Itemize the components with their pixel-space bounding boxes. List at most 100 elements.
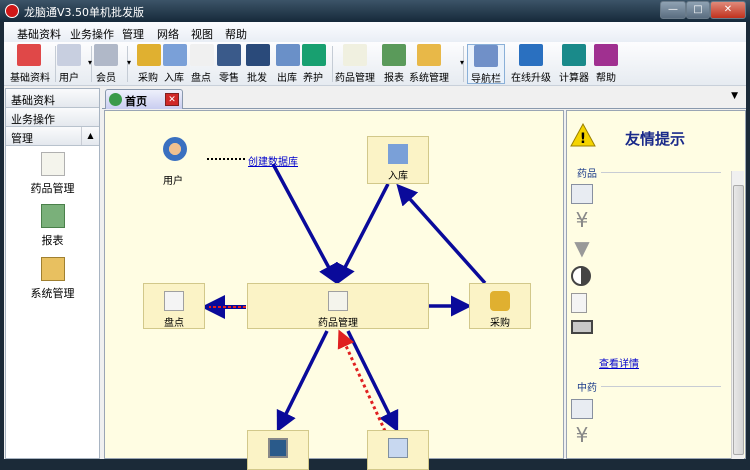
toolbar-label: 基础资料 — [10, 73, 50, 84]
toolbar-system-settings-button[interactable]: 系统管理 — [409, 44, 449, 84]
minimize-button[interactable]: — — [660, 1, 686, 19]
filter-icon[interactable]: ▼ — [571, 238, 593, 258]
drug-management-icon — [328, 291, 348, 311]
tips-scrollbar[interactable] — [731, 171, 744, 459]
tab-label: 首页 — [125, 95, 147, 108]
dropdown-arrow-icon[interactable]: ▾ — [127, 58, 131, 67]
toolbar-report-button[interactable]: 报表 — [381, 44, 407, 84]
toolbar-stock-in-button[interactable]: 入库 — [163, 44, 187, 84]
menu-network[interactable]: 网络 — [157, 26, 179, 42]
node-stock-out[interactable] — [367, 430, 429, 470]
document-remove-icon[interactable] — [571, 293, 587, 313]
toolbar-maintenance-button[interactable]: 养护 — [302, 44, 326, 84]
nav-header-label: 管理 — [11, 132, 33, 145]
range-icon[interactable] — [571, 320, 593, 334]
toolbar-help-book-button[interactable]: 帮助 — [594, 44, 618, 84]
arrow-purchase-to-stockin — [396, 183, 487, 285]
node-retail[interactable] — [247, 430, 309, 470]
purchase-icon — [490, 291, 510, 311]
toolbar-online-upgrade-button[interactable]: 在线升级 — [510, 44, 552, 84]
menu-operations[interactable]: 业务操作 — [70, 26, 114, 42]
toolbar-wholesale-monitor-button[interactable]: 批发 — [246, 44, 270, 84]
toolbar-inventory-button[interactable]: 盘点 — [190, 44, 214, 84]
nav-header-management[interactable]: 管理 ▲ — [6, 127, 99, 146]
app-logo-icon — [5, 4, 19, 18]
arrow-createdb-to-drug — [271, 163, 339, 286]
toolbar-label: 出库 — [277, 73, 297, 84]
drug-management-icon — [40, 152, 65, 176]
menu-help[interactable]: 帮助 — [225, 26, 247, 42]
create-database-link[interactable]: 创建数据库 — [248, 153, 298, 168]
home-diagram: 用户 创建数据库 入库 药品管理 盘点 采购 — [104, 110, 564, 470]
report-icon — [382, 44, 406, 66]
tab-bar: ▼ — [102, 88, 746, 109]
price-yen-icon[interactable]: ¥ — [571, 425, 593, 445]
menu-management[interactable]: 管理 — [122, 26, 144, 42]
menu-view[interactable]: 视图 — [191, 26, 213, 42]
expiry-check-icon[interactable] — [571, 184, 593, 204]
user-icon[interactable] — [163, 137, 187, 161]
toolbar-retail-monitor-button[interactable]: 零售 — [216, 44, 242, 84]
close-button[interactable]: ✕ — [710, 1, 746, 19]
scrollbar-thumb[interactable] — [733, 185, 744, 455]
section-drug: 药品 — [577, 169, 597, 180]
view-details-link[interactable]: 查看详情 — [599, 355, 639, 370]
price-yen-icon[interactable]: ¥ — [571, 210, 593, 230]
purchase-icon — [137, 44, 161, 66]
nav-header-basic-data[interactable]: 基础资料 — [6, 89, 99, 108]
node-stock-in[interactable]: 入库 — [367, 136, 429, 184]
nav-item-label: 报表 — [41, 234, 64, 247]
nav-item-report[interactable]: 报表 — [6, 204, 99, 248]
navigation-icon — [474, 45, 498, 67]
node-inventory[interactable]: 盘点 — [143, 283, 205, 329]
toolbar-calculator-button[interactable]: 计算器 — [557, 44, 591, 84]
menu-bar: 基础资料 业务操作 管理 网络 视图 帮助 — [4, 22, 746, 42]
node-label: 药品管理 — [318, 318, 358, 329]
member-card-icon — [94, 44, 118, 66]
toolbar-grid-button[interactable]: 基础资料 — [10, 44, 50, 84]
toolbar-navigation-button[interactable]: 导航栏 — [467, 44, 505, 85]
toolbar-member-card-button[interactable]: 会员 — [92, 44, 120, 84]
toolbar-label: 入库 — [164, 73, 184, 84]
node-label: 入库 — [388, 171, 408, 182]
toolbar-purchase-button[interactable]: 采购 — [137, 44, 161, 84]
nav-item-drug-management[interactable]: 药品管理 — [6, 152, 99, 196]
tab-home[interactable]: 首页 ✕ — [105, 89, 183, 109]
toolbar-label: 养护 — [303, 73, 323, 84]
dropdown-arrow-icon[interactable]: ▾ — [88, 58, 92, 67]
tips-title: 友情提示 — [625, 130, 686, 148]
tab-list-dropdown-icon[interactable]: ▼ — [731, 91, 738, 101]
warning-icon: ! — [570, 123, 596, 147]
collapse-up-icon[interactable]: ▲ — [81, 127, 99, 145]
arrow-drug-to-stockout — [346, 330, 399, 433]
wholesale-monitor-icon — [246, 44, 270, 66]
menu-basic-data[interactable]: 基础资料 — [17, 26, 61, 42]
toolbar-user-card-button[interactable]: 用户 — [56, 44, 82, 84]
toolbar-label: 在线升级 — [511, 73, 551, 84]
tab-close-button[interactable]: ✕ — [165, 93, 179, 106]
node-label: 盘点 — [164, 318, 184, 329]
node-drug-management[interactable]: 药品管理 — [247, 283, 429, 329]
toolbar-stock-out-button[interactable]: 出库 — [276, 44, 300, 84]
dropdown-arrow-icon[interactable]: ▾ — [460, 58, 464, 67]
expiry-check-icon[interactable] — [571, 399, 593, 419]
toolbar-label: 报表 — [384, 73, 404, 84]
contrast-icon[interactable] — [571, 266, 591, 286]
user-label: 用户 — [163, 176, 183, 187]
nav-item-system[interactable]: 系统管理 — [6, 257, 99, 301]
toolbar-drug-management-button[interactable]: 药品管理 — [334, 44, 376, 84]
retail-monitor-icon — [217, 44, 241, 66]
nav-header-operations[interactable]: 业务操作 — [6, 108, 99, 127]
toolbar-label: 会员 — [96, 73, 116, 84]
svg-text:!: ! — [580, 131, 586, 147]
node-purchase[interactable]: 采购 — [469, 283, 531, 329]
navigation-panel: 基础资料 业务操作 管理 ▲ 药品管理 报表 系统管理 — [5, 88, 100, 459]
online-upgrade-icon — [519, 44, 543, 66]
toolbar-label: 盘点 — [191, 73, 211, 84]
user-card-icon — [57, 44, 81, 66]
stock-in-icon — [388, 144, 408, 164]
maximize-button[interactable]: □ — [686, 1, 710, 19]
toolbar-separator — [332, 46, 333, 82]
system-settings-icon — [417, 44, 441, 66]
nav-item-label: 系统管理 — [30, 287, 75, 300]
